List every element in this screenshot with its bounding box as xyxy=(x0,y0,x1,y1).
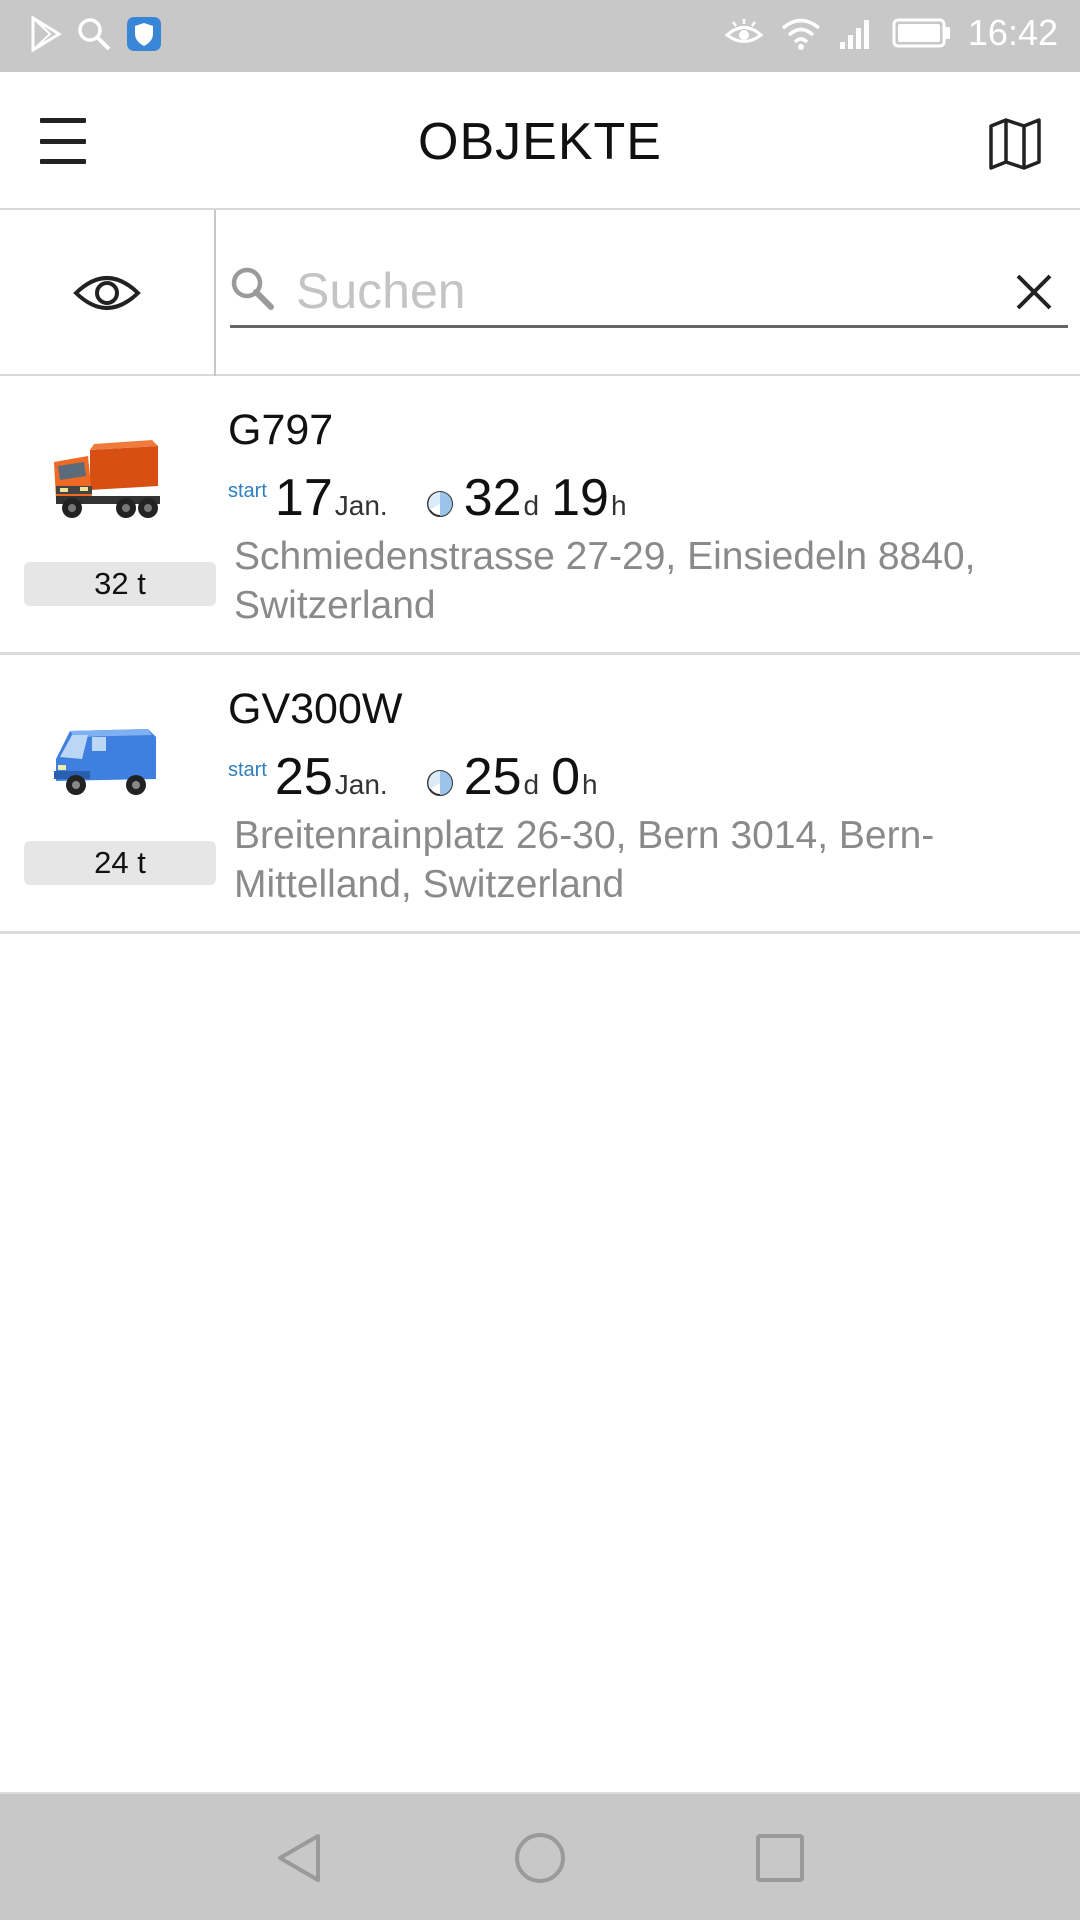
play-store-icon xyxy=(31,16,62,52)
orange-truck-icon xyxy=(54,440,160,518)
object-address: Breitenrainplatz 26-30, Bern 3014, Bern-… xyxy=(234,814,935,906)
duration-clock-icon xyxy=(426,491,453,517)
object-address: Schmiedenstrasse 27-29, Einsiedeln 8840,… xyxy=(234,535,976,627)
search-input[interactable] xyxy=(296,260,986,322)
status-time: 16:42 xyxy=(967,12,1058,53)
object-stats: start 17 Jan. 32 d 19 h xyxy=(228,468,627,527)
status-bar-left-icons xyxy=(30,16,162,52)
close-icon[interactable] xyxy=(1014,272,1054,312)
blue-van-icon xyxy=(54,729,156,795)
object-list: 32 t G797 start 17 Jan. 32 d 19 h Schmie… xyxy=(0,376,1080,934)
duration-days-unit: d xyxy=(523,769,540,800)
duration-hours: 0 xyxy=(551,748,581,806)
status-bar-right-icons: 16:42 xyxy=(724,12,1058,54)
duration-clock-icon xyxy=(426,770,453,796)
duration-days: 25 xyxy=(463,748,522,806)
object-stats: start 25 Jan. 25 d 0 h xyxy=(228,747,598,806)
wifi-icon xyxy=(781,18,821,50)
object-name: GV300W xyxy=(228,685,403,733)
object-name: G797 xyxy=(228,406,334,454)
duration-hours-unit: h xyxy=(582,769,598,800)
system-nav-bar xyxy=(0,1792,1080,1920)
home-icon[interactable] xyxy=(512,1830,568,1886)
status-bar: 16:42 xyxy=(0,0,1080,72)
weight-badge: 32 t xyxy=(24,562,216,606)
start-month: Jan. xyxy=(334,769,388,800)
eye-comfort-icon xyxy=(724,19,764,43)
start-day: 17 xyxy=(274,469,333,527)
search-icon xyxy=(78,18,111,51)
start-month: Jan. xyxy=(334,490,388,521)
duration-days-unit: d xyxy=(523,490,540,521)
map-icon[interactable] xyxy=(988,116,1042,170)
search-field xyxy=(230,260,1068,328)
back-icon[interactable] xyxy=(272,1830,328,1886)
list-item[interactable]: 32 t G797 start 17 Jan. 32 d 19 h Schmie… xyxy=(0,376,1080,655)
weight-badge: 24 t xyxy=(24,841,216,885)
duration-hours: 19 xyxy=(551,469,609,527)
start-label: start xyxy=(228,480,267,502)
signal-icon xyxy=(839,20,869,49)
list-item[interactable]: 24 t GV300W start 25 Jan. 25 d 0 h Breit… xyxy=(0,655,1080,934)
recents-icon[interactable] xyxy=(752,1830,808,1886)
page-title: OBJEKTE xyxy=(418,113,662,171)
visibility-toggle-button[interactable] xyxy=(0,210,216,376)
shield-app-icon xyxy=(127,17,161,51)
start-label: start xyxy=(228,759,267,781)
search-icon xyxy=(231,267,274,310)
duration-hours-unit: h xyxy=(610,490,627,521)
start-day: 25 xyxy=(274,748,333,806)
duration-days: 32 xyxy=(463,469,522,527)
filter-row xyxy=(0,210,1080,376)
eye-icon xyxy=(73,276,141,310)
app-bar: OBJEKTE xyxy=(0,72,1080,210)
battery-icon xyxy=(892,18,950,48)
